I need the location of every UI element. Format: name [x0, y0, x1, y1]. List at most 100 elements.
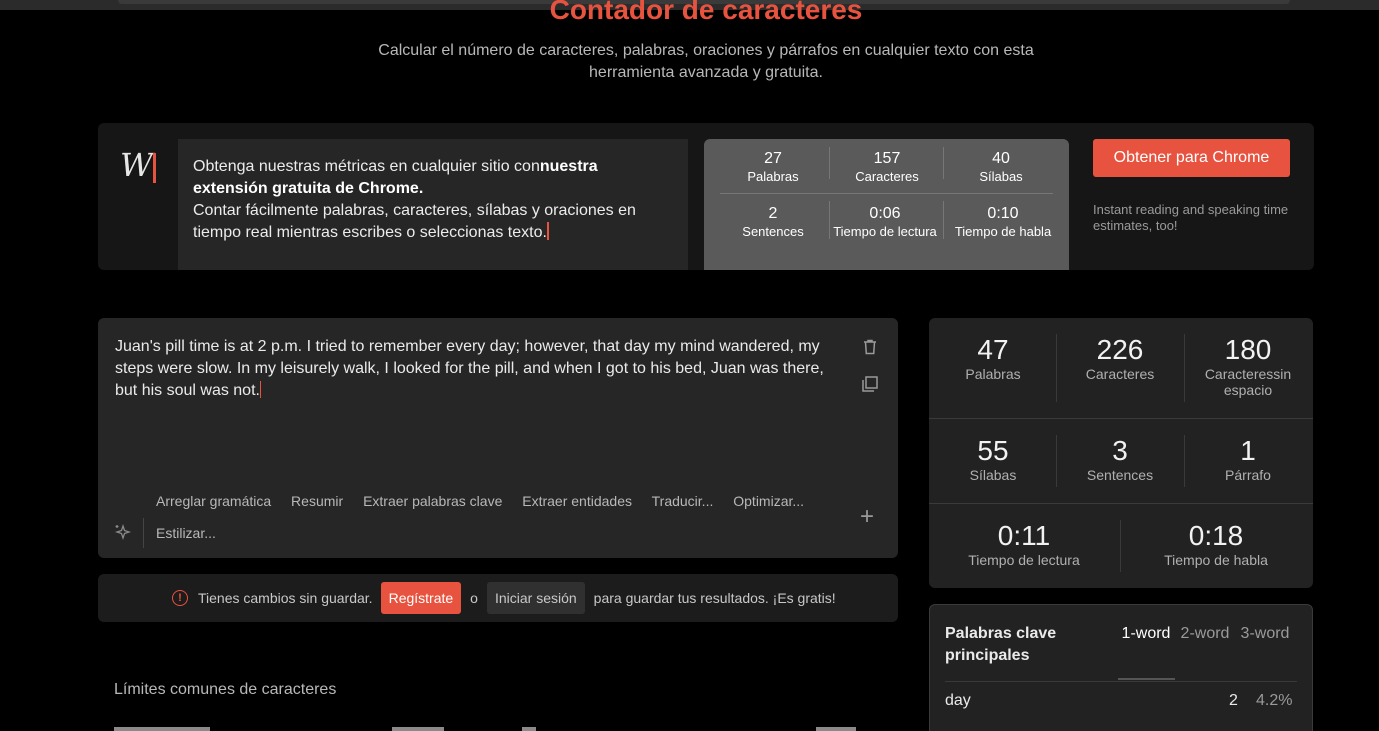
tool-fix-grammar[interactable]: Arreglar gramática: [156, 493, 271, 509]
copy-icon[interactable]: [860, 374, 880, 394]
stat-value: 180: [1224, 334, 1272, 365]
extension-logo: W: [120, 146, 160, 184]
promo-stat-chars: 157 Caracteres: [830, 149, 944, 185]
stat-characters: 226 Caracteres: [1060, 334, 1180, 382]
stat-value: 0:18: [1188, 520, 1244, 551]
trash-icon[interactable]: [860, 337, 880, 357]
stat-value: 0:06: [869, 205, 901, 222]
promo-note: Instant reading and speaking time estima…: [1093, 202, 1289, 233]
stat-label: Sentences: [1086, 467, 1154, 483]
promo-text: Obtenga nuestras métricas en cualquier s…: [178, 139, 688, 270]
page-title: Contador de caracteres: [549, 0, 863, 25]
ai-tools-bar: Arreglar gramática Resumir Extraer palab…: [156, 493, 820, 509]
get-chrome-extension-button[interactable]: Obtener para Chrome: [1093, 139, 1290, 177]
divider: [1056, 334, 1057, 402]
stat-reading-time: 0:11 Tiempo de lectura: [949, 520, 1099, 568]
limits-table-header-cut: [114, 725, 874, 731]
sparkle-icon[interactable]: [114, 523, 132, 541]
text-caret: [546, 222, 549, 240]
stat-label: Sentences: [742, 224, 804, 239]
divider: [143, 518, 144, 548]
tool-extract-entities[interactable]: Extraer entidades: [522, 493, 632, 509]
divider: [943, 201, 944, 239]
promo-stat-speaking-time: 0:10 Tiempo de habla: [944, 204, 1062, 240]
tab-1-word[interactable]: 1-word: [1118, 625, 1174, 643]
logo-letter: W: [120, 146, 153, 184]
stat-characters-no-spaces: 180 Caracteressin espacio: [1192, 334, 1304, 398]
stat-paragraphs: 1 Párrafo: [1188, 435, 1308, 483]
stat-label: Caracteressin espacio: [1204, 366, 1292, 398]
cut-off-text: [114, 727, 210, 731]
stat-label: Tiempo de habla: [1164, 552, 1268, 568]
divider: [929, 503, 1313, 504]
promo-stat-syllables: 40 Sílabas: [944, 149, 1058, 185]
login-button[interactable]: Iniciar sesión: [486, 582, 585, 614]
plus-icon[interactable]: +: [860, 505, 874, 529]
limits-section-title: Límites comunes de caracteres: [114, 681, 337, 698]
promo-text-lead: Obtenga nuestras métricas en cualquier s…: [193, 158, 540, 175]
stat-label: Caracteres: [1085, 366, 1155, 382]
page-subtitle: Calcular el número de caracteres, palabr…: [378, 42, 1034, 81]
promo-text-body: Contar fácilmente palabras, caracteres, …: [193, 202, 636, 241]
stat-words: 47 Palabras: [933, 334, 1053, 382]
stat-label: Sílabas: [969, 467, 1017, 483]
stat-speaking-time: 0:18 Tiempo de habla: [1141, 520, 1291, 568]
stat-label: Sílabas: [979, 169, 1023, 184]
divider: [829, 201, 830, 239]
stat-value: 27: [764, 150, 782, 167]
divider: [929, 418, 1313, 419]
tab-2-word[interactable]: 2-word: [1177, 625, 1233, 643]
tool-stylize[interactable]: Estilizar...: [156, 525, 216, 541]
stat-value: 0:10: [987, 205, 1019, 222]
divider: [943, 147, 944, 179]
divider: [1120, 520, 1121, 572]
stat-label: Tiempo de lectura: [833, 224, 937, 239]
divider: [945, 681, 1297, 682]
stat-value: 1: [1240, 435, 1256, 466]
promo-stats-panel: 27 Palabras 157 Caracteres 40 Sílabas 2 …: [704, 139, 1069, 270]
stat-sentences: 3 Sentences: [1060, 435, 1180, 483]
divider: [1184, 435, 1185, 487]
stat-value: 47: [977, 334, 1009, 365]
divider: [829, 147, 830, 179]
cut-off-text: [392, 727, 444, 731]
editor-textarea[interactable]: Juan's pill time is at 2 p.m. I tried to…: [115, 336, 845, 402]
unsaved-suffix: para guardar tus resultados. ¡Es gratis!: [593, 590, 836, 606]
tab-3-word[interactable]: 3-word: [1237, 625, 1293, 643]
unsaved-changes-content: ! Tienes cambios sin guardar. Regístrate…: [172, 582, 836, 614]
keywords-title: Palabras clave principales: [945, 625, 1057, 664]
stat-value: 2: [768, 205, 778, 222]
stat-label: Palabras: [747, 169, 799, 184]
keyword-word: day: [945, 692, 971, 709]
alert-icon: !: [172, 590, 188, 606]
promo-stat-words: 27 Palabras: [716, 149, 830, 185]
tool-extract-keywords[interactable]: Extraer palabras clave: [363, 493, 502, 509]
stat-label: Caracteres: [855, 169, 919, 184]
stat-value: 0:11: [997, 520, 1051, 551]
promo-stat-sentences: 2 Sentences: [716, 204, 830, 240]
divider: [1056, 435, 1057, 487]
editor-content: Juan's pill time is at 2 p.m. I tried to…: [115, 338, 824, 399]
cut-off-text: [816, 727, 856, 731]
keyword-percent: 4.2%: [1256, 692, 1293, 709]
text-caret: [259, 381, 261, 398]
stat-label: Tiempo de lectura: [968, 552, 1080, 568]
stat-label: Tiempo de habla: [954, 224, 1052, 239]
tool-optimize[interactable]: Optimizar...: [733, 493, 804, 509]
tool-translate[interactable]: Traducir...: [652, 493, 714, 509]
stat-label: Palabras: [965, 366, 1021, 382]
active-tab-indicator: [1118, 678, 1175, 680]
unsaved-message: Tienes cambios sin guardar.: [198, 590, 373, 606]
keyword-count: 2: [1229, 692, 1238, 709]
promo-stat-reading-time: 0:06 Tiempo de lectura: [830, 204, 940, 240]
stat-label: Párrafo: [1225, 467, 1271, 483]
stat-value: 226: [1096, 334, 1144, 365]
or-text: o: [470, 590, 478, 606]
logo-cursor: [152, 152, 156, 183]
cut-off-text: [522, 727, 536, 731]
stat-value: 55: [977, 435, 1009, 466]
divider: [1184, 334, 1185, 402]
tool-summarize[interactable]: Resumir: [291, 493, 343, 509]
register-button[interactable]: Regístrate: [380, 582, 462, 614]
stat-value: 40: [992, 150, 1010, 167]
